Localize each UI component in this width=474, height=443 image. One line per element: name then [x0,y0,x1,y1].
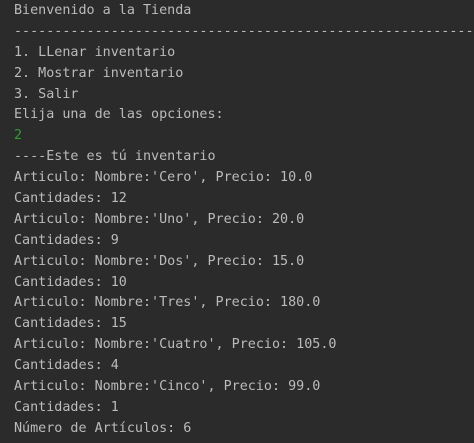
console-line-quantity: Cantidades: 4 [14,358,119,374]
console-line-separator: ----------------------------------------… [14,23,474,39]
console-line-article: Articulo: Nombre:'Tres', Precio: 180.0 [14,295,321,311]
console-line-article-count: Número de Artículos: 6 [14,420,192,436]
console-line-article: Articulo: Nombre:'Uno', Precio: 20.0 [14,211,305,227]
console-line-quantity: Cantidades: 9 [14,232,119,248]
console-line-menu-option-3: 3. Salir [14,86,79,102]
console-line-menu-option-2: 2. Mostrar inventario [14,65,184,81]
console-line-quantity: Cantidades: 10 [14,274,127,290]
console-line-article: Articulo: Nombre:'Cuatro', Precio: 105.0 [14,337,337,353]
console-line-user-input: 2 [14,128,23,144]
console-line-article: Articulo: Nombre:'Cinco', Precio: 99.0 [14,379,321,395]
console-line-prompt: Elija una de las opciones: [14,107,224,123]
console-line-article: Articulo: Nombre:'Dos', Precio: 15.0 [14,253,305,269]
console-line-inventory-header: ----Este es tú inventario [14,149,216,165]
console-line-quantity: Cantidades: 1 [14,399,119,415]
console-line-quantity: Cantidades: 15 [14,316,127,332]
console-line-article: Articulo: Nombre:'Cero', Precio: 10.0 [14,170,313,186]
console-output-panel[interactable]: Bienvenido a la Tienda -----------------… [0,0,474,443]
console-line-quantity: Cantidades: 12 [14,191,127,207]
console-line-menu-option-1: 1. LLenar inventario [14,44,176,60]
console-line-welcome: Bienvenido a la Tienda [14,3,192,18]
